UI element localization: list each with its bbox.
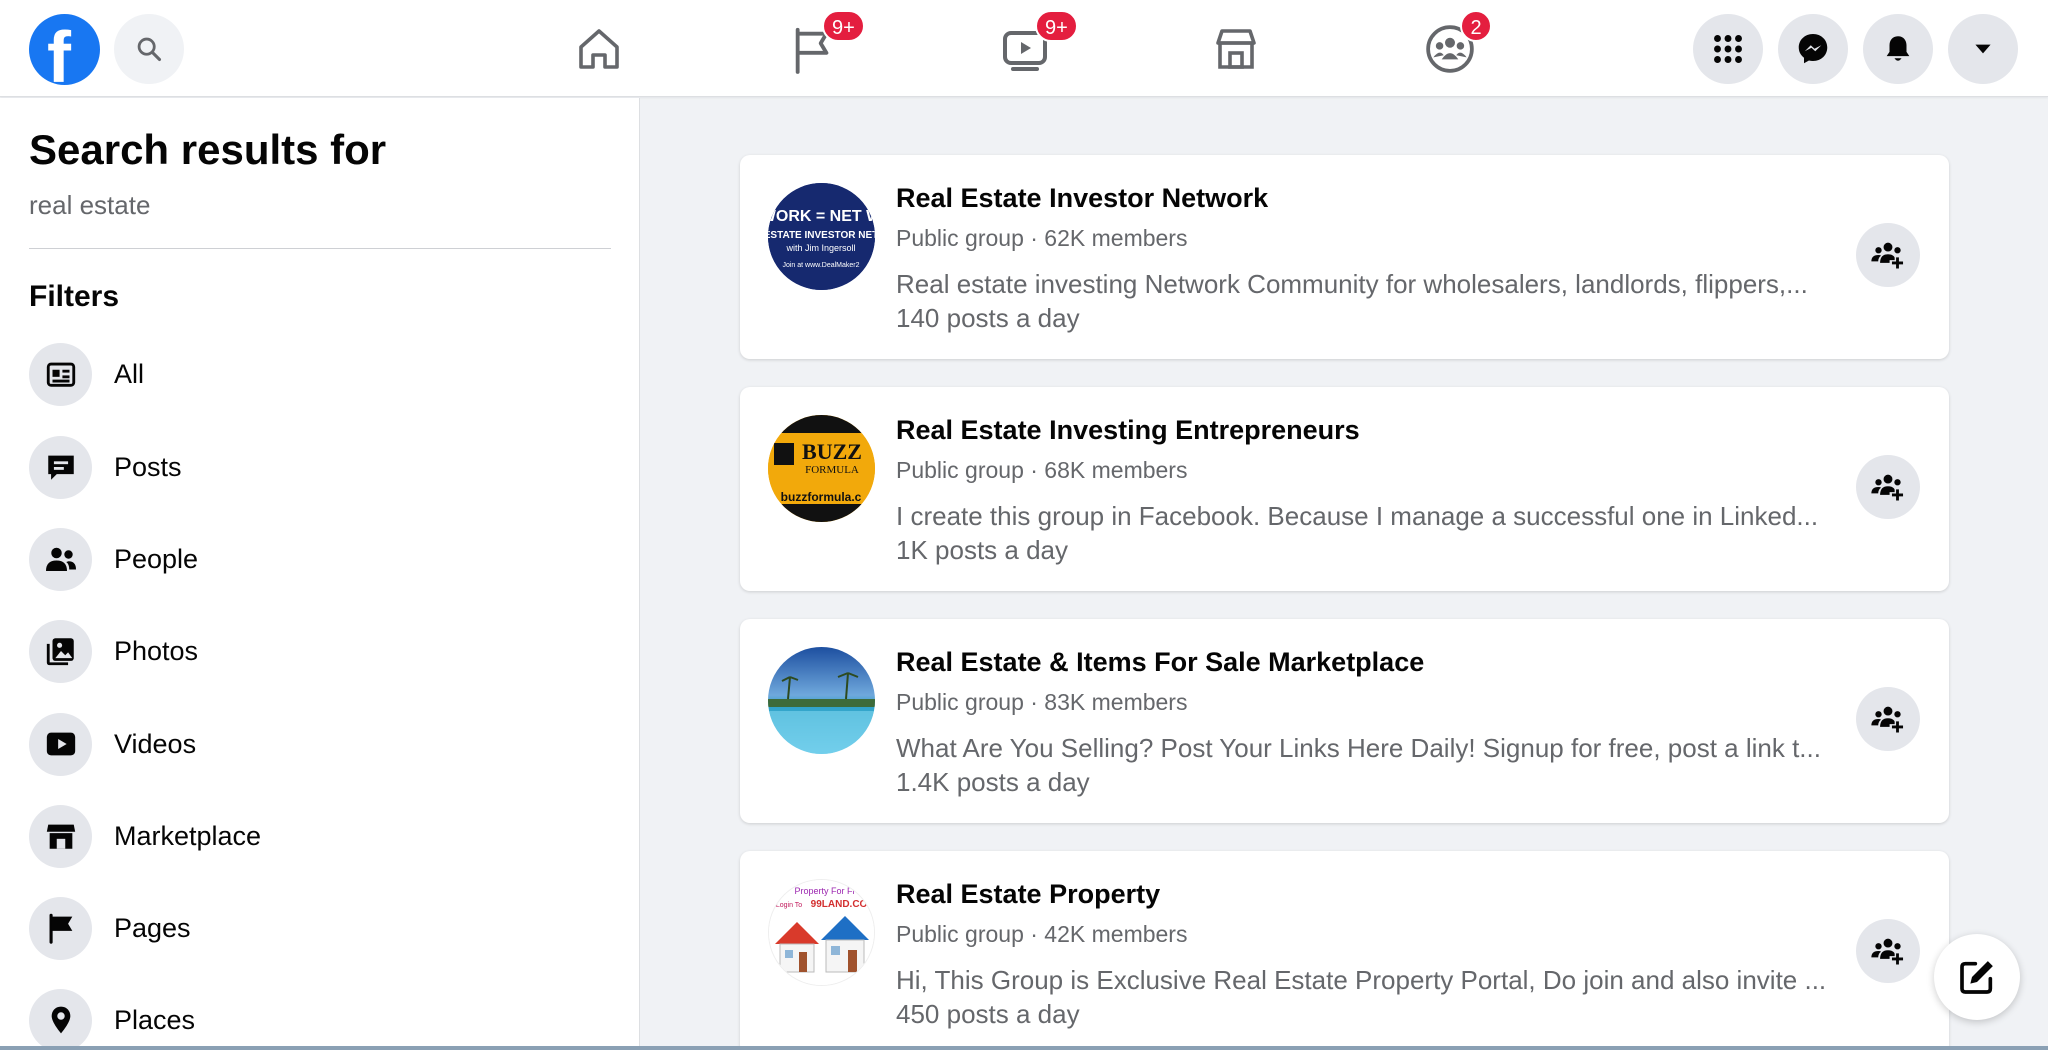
group-meta: Public group · 62K members <box>896 225 1188 251</box>
group-description: Hi, This Group is Exclusive Real Estate … <box>896 965 1827 995</box>
svg-text:FORMULA: FORMULA <box>805 464 859 476</box>
join-group-button[interactable] <box>1856 919 1920 983</box>
sidebar-divider <box>29 248 611 249</box>
group-name[interactable]: Real Estate Investing Entrepreneurs <box>896 415 1360 446</box>
filter-posts-label: Posts <box>114 451 182 482</box>
new-message-button[interactable] <box>1934 934 2020 1020</box>
join-group-icon <box>1871 938 1906 967</box>
bell-icon <box>1886 36 1910 61</box>
join-group-button[interactable] <box>1856 455 1920 519</box>
group-description: What Are You Selling? Post Your Links He… <box>896 733 1821 763</box>
account-button[interactable] <box>1948 14 2018 84</box>
pages-notification-badge: 9+ <box>822 10 865 42</box>
nav-home[interactable] <box>566 16 632 82</box>
result-card[interactable]: Property For Fr Login To 99LAND.CO Real … <box>740 851 1949 1050</box>
group-avatar[interactable]: WORK = NET W ESTATE INVESTOR NET with Ji… <box>768 183 875 290</box>
search-filters-sidebar: Search results for real estate Filters A… <box>0 98 640 1050</box>
svg-text:WORK = NET W: WORK = NET W <box>768 208 875 225</box>
window-bottom-edge <box>0 1046 2048 1050</box>
filters-heading: Filters <box>29 280 120 313</box>
filter-videos[interactable]: Videos <box>29 712 629 776</box>
group-cover-image: Property For Fr Login To 99LAND.CO <box>769 880 874 985</box>
search-query-text: real estate <box>29 190 151 220</box>
group-cover-image: BUZZ FORMULA buzzformula.c <box>768 415 875 522</box>
store-icon <box>46 824 75 849</box>
filter-pages[interactable]: Pages <box>29 896 629 960</box>
group-activity: 450 posts a day <box>896 999 1080 1029</box>
filter-all-label: All <box>114 358 145 389</box>
filter-posts[interactable]: Posts <box>29 435 629 499</box>
group-activity: 1.4K posts a day <box>896 767 1090 797</box>
join-group-icon <box>1871 706 1906 735</box>
nav-marketplace[interactable] <box>1203 16 1269 82</box>
filter-marketplace-label: Marketplace <box>114 820 262 851</box>
svg-text:99LAND.CO: 99LAND.CO <box>811 899 868 910</box>
join-group-button[interactable] <box>1856 687 1920 751</box>
filter-places[interactable]: Places <box>29 988 629 1050</box>
marketplace-store-icon <box>1216 29 1256 69</box>
result-card[interactable]: WORK = NET W ESTATE INVESTOR NET with Ji… <box>740 155 1949 359</box>
people-icon <box>45 547 76 571</box>
comment-icon <box>47 455 74 480</box>
filter-videos-label: Videos <box>114 728 197 759</box>
filter-people[interactable]: People <box>29 527 629 591</box>
watch-notification-badge: 9+ <box>1035 10 1078 42</box>
grid-menu-icon <box>1714 35 1742 63</box>
news-feed-icon <box>46 362 75 387</box>
filter-places-label: Places <box>114 1004 196 1035</box>
messenger-icon <box>1798 34 1828 64</box>
group-avatar[interactable]: Property For Fr Login To 99LAND.CO <box>768 879 875 986</box>
join-group-button[interactable] <box>1856 223 1920 287</box>
svg-text:with Jim Ingersoll: with Jim Ingersoll <box>785 243 855 253</box>
group-avatar[interactable] <box>768 647 875 754</box>
notifications-button[interactable] <box>1863 14 1933 84</box>
facebook-logo-letter: f <box>47 18 71 85</box>
groups-notification-badge: 2 <box>1460 10 1492 42</box>
group-meta: Public group · 68K members <box>896 457 1188 483</box>
join-group-icon <box>1871 474 1906 503</box>
caret-down-icon <box>1975 44 1991 54</box>
group-avatar[interactable]: BUZZ FORMULA buzzformula.c <box>768 415 875 522</box>
group-name[interactable]: Real Estate Investor Network <box>896 183 1268 214</box>
group-activity: 1K posts a day <box>896 535 1068 565</box>
filter-pages-label: Pages <box>114 912 191 943</box>
svg-text:Property For Fr: Property For Fr <box>794 886 855 896</box>
filter-photos-label: Photos <box>114 635 199 666</box>
join-group-icon <box>1871 242 1906 271</box>
svg-text:Join at www.DealMaker2: Join at www.DealMaker2 <box>782 262 859 269</box>
top-navigation-bar: f 9+ 9+ 2 <box>0 0 2048 97</box>
filter-all[interactable]: All <box>29 342 629 406</box>
filter-marketplace[interactable]: Marketplace <box>29 804 629 868</box>
svg-text:Login To: Login To <box>776 902 802 909</box>
menu-button[interactable] <box>1693 14 1763 84</box>
svg-text:buzzformula.c: buzzformula.c <box>781 490 862 504</box>
group-name[interactable]: Real Estate & Items For Sale Marketplace <box>896 647 1424 678</box>
group-description: Real estate investing Network Community … <box>896 269 1808 299</box>
group-name[interactable]: Real Estate Property <box>896 879 1160 910</box>
svg-text:ESTATE INVESTOR NET: ESTATE INVESTOR NET <box>768 230 875 241</box>
video-play-icon <box>46 732 75 756</box>
facebook-logo[interactable]: f <box>29 14 100 85</box>
filter-people-label: People <box>114 543 199 574</box>
messenger-button[interactable] <box>1778 14 1848 84</box>
group-meta: Public group · 42K members <box>896 921 1188 947</box>
filter-photos[interactable]: Photos <box>29 619 629 683</box>
result-card[interactable]: BUZZ FORMULA buzzformula.c Real Estate I… <box>740 387 1949 591</box>
group-cover-image: WORK = NET W ESTATE INVESTOR NET with Ji… <box>768 183 875 290</box>
compose-edit-icon <box>1960 961 1993 994</box>
photos-icon <box>46 638 74 666</box>
home-icon <box>579 29 619 69</box>
group-cover-image <box>768 647 875 754</box>
group-description: I create this group in Facebook. Because… <box>896 501 1819 531</box>
group-meta: Public group · 83K members <box>896 689 1188 715</box>
search-icon <box>137 37 162 62</box>
search-button[interactable] <box>114 14 184 84</box>
svg-text:BUZZ: BUZZ <box>802 439 862 464</box>
flag-icon <box>49 913 72 944</box>
result-card[interactable]: Real Estate & Items For Sale Marketplace… <box>740 619 1949 823</box>
group-activity: 140 posts a day <box>896 303 1080 333</box>
search-results-title: Search results for <box>29 126 387 173</box>
map-pin-icon <box>51 1006 70 1034</box>
